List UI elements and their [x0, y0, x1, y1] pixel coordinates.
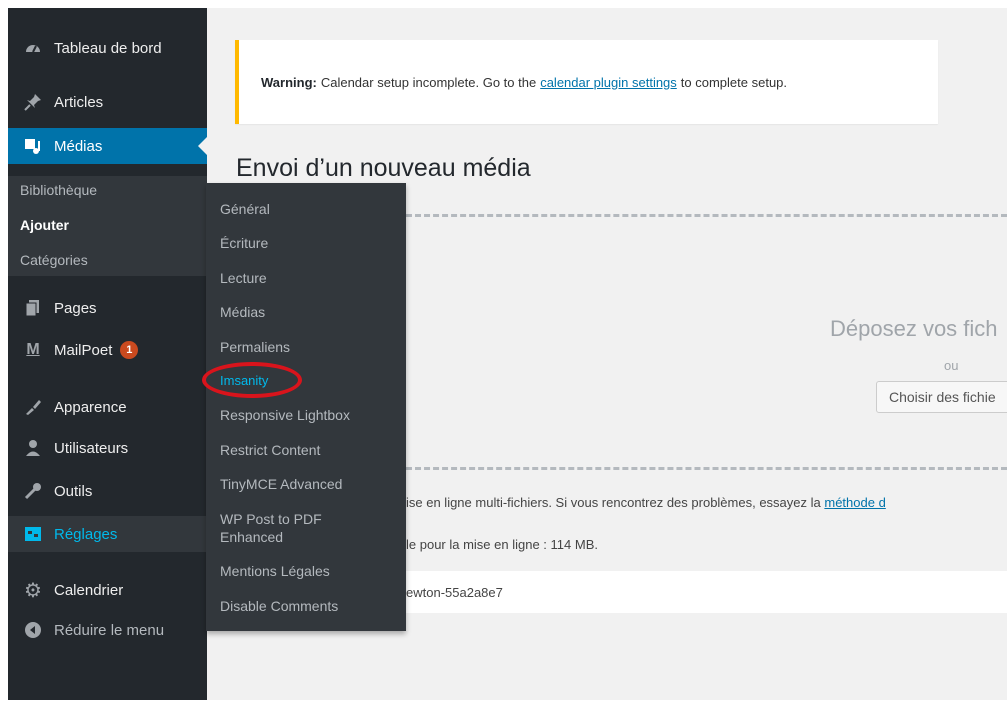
menu-calendar[interactable]: ⚙ Calendrier	[8, 572, 207, 608]
browser-uploader-link[interactable]: méthode d	[824, 495, 885, 510]
or-text: ou	[944, 358, 959, 373]
menu-label: Pages	[54, 299, 97, 317]
notice-prefix: Warning:	[261, 74, 317, 90]
settings-icon	[22, 523, 44, 545]
gear-icon: ⚙	[24, 579, 42, 602]
flyout-tinymce-advanced[interactable]: TinyMCE Advanced	[220, 475, 400, 493]
current-arrow	[198, 137, 207, 155]
flyout-reading[interactable]: Lecture	[220, 269, 400, 287]
menu-label: Réglages	[54, 525, 118, 543]
menu-tools[interactable]: Outils	[8, 473, 207, 509]
flyout-media[interactable]: Médias	[220, 303, 400, 321]
dashboard-icon	[22, 37, 44, 59]
menu-label: Apparence	[54, 398, 127, 416]
page-icon	[22, 297, 44, 319]
appearance-icon	[22, 396, 44, 418]
dropzone-border-bottom	[406, 467, 1007, 470]
warning-notice: Warning: Calendar setup incomplete. Go t…	[235, 40, 938, 124]
settings-flyout-menu: Général Écriture Lecture Médias Permalie…	[206, 183, 406, 631]
choose-files-button[interactable]: Choisir des fichie	[876, 381, 1007, 413]
pin-icon	[22, 91, 44, 113]
menu-label: Utilisateurs	[54, 439, 129, 457]
users-icon	[22, 437, 44, 459]
page-title: Envoi d’un nouveau média	[236, 154, 531, 182]
menu-label: Outils	[54, 482, 93, 500]
uploader-info-text: ise en ligne multi-fichiers. Si vous ren…	[406, 495, 821, 510]
flyout-writing[interactable]: Écriture	[220, 234, 400, 252]
submenu-add[interactable]: Ajouter	[20, 217, 69, 233]
menu-label: Réduire le menu	[54, 621, 165, 639]
menu-label: Médias	[54, 137, 103, 155]
mailpoet-icon: M	[26, 341, 40, 358]
menu-settings[interactable]: Réglages	[8, 516, 216, 552]
collapse-icon	[22, 619, 44, 641]
notice-text-end: to complete setup.	[680, 74, 788, 90]
menu-label: Tableau de bord	[54, 39, 162, 57]
admin-sidebar: Tableau de bord Articles Médias Biblioth…	[8, 8, 216, 700]
menu-dashboard[interactable]: Tableau de bord	[8, 30, 207, 66]
flyout-responsive-lightbox[interactable]: Responsive Lightbox	[220, 406, 400, 424]
dropzone-border-top	[406, 214, 1007, 217]
menu-media[interactable]: Médias	[8, 128, 207, 164]
flyout-wp-post-to-pdf[interactable]: WP Post to PDF Enhanced	[220, 510, 340, 546]
calendar-settings-link[interactable]: calendar plugin settings	[540, 75, 677, 90]
menu-users[interactable]: Utilisateurs	[8, 430, 207, 466]
menu-articles[interactable]: Articles	[8, 84, 207, 120]
update-badge: 1	[120, 341, 139, 359]
notice-text: Calendar setup incomplete. Go to the	[320, 74, 537, 90]
menu-mailpoet[interactable]: M MailPoet 1	[8, 332, 207, 368]
flyout-permalinks[interactable]: Permaliens	[220, 338, 400, 356]
media-icon	[22, 135, 44, 157]
menu-label: Articles	[54, 93, 104, 111]
menu-label: MailPoet	[54, 341, 113, 359]
menu-pages[interactable]: Pages	[8, 290, 207, 326]
menu-label: Calendrier	[54, 581, 124, 599]
drop-files-text: Déposez vos fich	[830, 316, 998, 341]
menu-collapse[interactable]: Réduire le menu	[8, 612, 207, 648]
tools-icon	[22, 480, 44, 502]
uploader-info: ise en ligne multi-fichiers. Si vous ren…	[406, 495, 886, 510]
max-upload-size: le pour la mise en ligne : 114 MB.	[406, 537, 598, 552]
submenu-library[interactable]: Bibliothèque	[20, 182, 97, 198]
flyout-restrict-content[interactable]: Restrict Content	[220, 441, 400, 459]
flyout-imsanity[interactable]: Imsanity	[220, 372, 400, 390]
flyout-disable-comments[interactable]: Disable Comments	[220, 597, 400, 615]
flyout-mentions-legales[interactable]: Mentions Légales	[220, 562, 400, 580]
menu-appearance[interactable]: Apparence	[8, 389, 207, 425]
flyout-general[interactable]: Général	[220, 200, 400, 218]
submenu-categories[interactable]: Catégories	[20, 252, 88, 268]
file-name: ewton-55a2a8e7	[406, 584, 503, 600]
media-submenu: Bibliothèque Ajouter Catégories	[8, 176, 207, 276]
uploaded-file-row[interactable]: ewton-55a2a8e7	[406, 571, 1007, 613]
